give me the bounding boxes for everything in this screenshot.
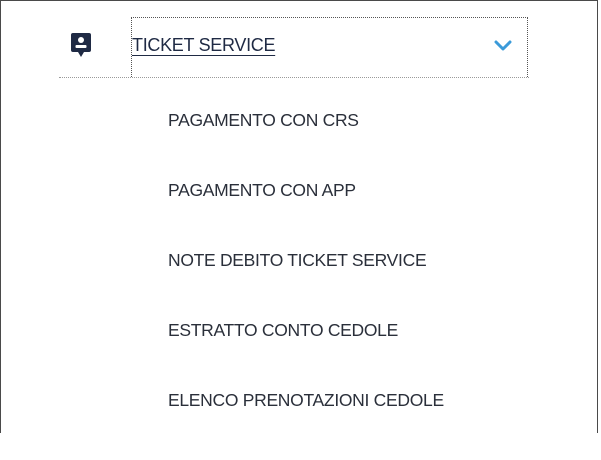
submenu-item-estratto-conto-cedole[interactable]: ESTRATTO CONTO CEDOLE xyxy=(168,320,444,390)
menu-header-ticket-service[interactable]: TICKET SERVICE xyxy=(59,17,529,79)
submenu-item-note-debito-ticket-service[interactable]: NOTE DEBITO TICKET SERVICE xyxy=(168,250,444,320)
menu-header-label[interactable]: TICKET SERVICE xyxy=(132,35,275,56)
submenu-item-pagamento-con-crs[interactable]: PAGAMENTO CON CRS xyxy=(168,110,444,180)
window-frame: TICKET SERVICE PAGAMENTO CON CRS PAGAMEN… xyxy=(0,0,598,433)
submenu-list: PAGAMENTO CON CRS PAGAMENTO CON APP NOTE… xyxy=(168,110,444,460)
submenu-item-pagamento-con-app[interactable]: PAGAMENTO CON APP xyxy=(168,180,444,250)
submenu-item-elenco-prenotazioni-cedole[interactable]: ELENCO PRENOTAZIONI CEDOLE xyxy=(168,390,444,460)
chevron-down-icon[interactable] xyxy=(493,39,513,51)
ticket-badge-icon xyxy=(70,32,92,58)
header-divider xyxy=(59,77,529,78)
